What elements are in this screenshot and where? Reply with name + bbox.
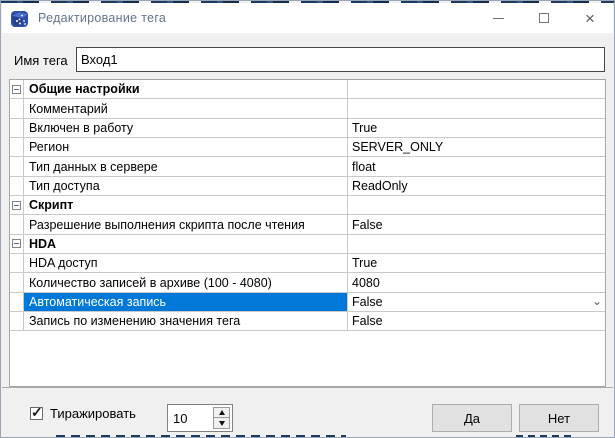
maximize-button[interactable] [521,3,567,33]
spin-down-icon [218,420,225,426]
property-label: Тип данных в сервере [24,157,348,176]
group-row[interactable]: Общие настройки [10,80,605,100]
property-value[interactable]: True [348,254,605,273]
collapse-minus-icon[interactable] [12,84,21,94]
property-value-text: True [352,120,378,135]
property-label: Общие настройки [24,80,348,99]
property-value[interactable] [348,80,605,99]
row-gutter [10,118,24,138]
row-gutter [10,312,24,331]
tag-name-input[interactable] [76,47,605,72]
row-gutter [10,273,24,292]
property-value-text: ReadOnly [352,178,408,193]
property-value[interactable] [348,234,605,254]
property-value-text: True [352,256,378,271]
property-row[interactable]: Разрешение выполнения скрипта после чтен… [10,215,605,235]
property-value[interactable]: ReadOnly [348,176,605,196]
property-grid-rows: Общие настройки Комментарий Включен в рабо… [10,80,605,332]
replicate-option[interactable]: ✓ Тиражировать [30,404,136,421]
property-label: Включен в работу [24,118,348,138]
property-value[interactable]: 4080 [348,273,605,292]
replicate-label: Тиражировать [50,406,136,421]
property-value[interactable]: SERVER_ONLY [348,138,605,157]
replicate-checkbox[interactable]: ✓ [30,404,43,420]
property-value[interactable]: float [348,157,605,176]
spinner-buttons [213,407,230,429]
collapse-toggle[interactable] [10,196,24,215]
property-value-text: 4080 [352,275,380,290]
group-row[interactable]: Скрипт [10,196,605,216]
property-row[interactable]: Количество записей в архиве (100 - 4080)… [10,273,605,293]
replicate-count-spinner [167,404,233,432]
property-row[interactable]: Тип доступа ReadOnly [10,176,605,197]
property-value-text: float [352,159,376,174]
property-row[interactable]: Тип данных в сервере float [10,157,605,177]
row-gutter [10,215,24,234]
property-label: HDA [24,234,348,254]
collapse-minus-icon[interactable] [12,239,21,249]
property-value-text: False [352,217,383,232]
group-row[interactable]: HDA [10,234,605,255]
footer-panel: ✓ Тиражировать Да Нет [2,387,613,436]
tag-name-label: Имя тега [14,53,68,68]
property-value-text: False [352,294,383,309]
property-label: HDA доступ [24,254,348,273]
property-row[interactable]: Комментарий [10,99,605,119]
property-value[interactable]: False [348,312,605,331]
property-value[interactable] [348,196,605,215]
collapse-minus-icon[interactable] [12,200,21,210]
property-value-text: False [352,314,383,329]
chevron-down-icon[interactable]: ⌄ [592,294,602,308]
property-label: Тип доступа [24,176,348,196]
property-value[interactable] [348,99,605,118]
checkbox-check-icon: ✓ [31,404,43,420]
row-gutter [10,157,24,176]
property-row[interactable]: Включен в работу True [10,118,605,139]
replicate-count-input[interactable] [168,405,213,431]
property-row[interactable]: Регион SERVER_ONLY [10,138,605,158]
row-gutter [10,254,24,273]
window-title: Редактирование тега [38,11,167,25]
window-controls: × [475,3,613,33]
row-gutter [10,138,24,157]
property-label: Разрешение выполнения скрипта после чтен… [24,215,348,234]
maximize-icon [539,13,549,23]
property-label: Регион [24,138,348,157]
property-value-text: SERVER_ONLY [352,140,444,155]
row-gutter [10,99,24,118]
property-label: Автоматическая запись [24,292,348,312]
spin-up-icon [218,410,225,415]
app-icon [10,9,29,28]
property-grid: Общие настройки Комментарий Включен в рабо… [9,79,606,387]
property-label: Скрипт [24,196,348,215]
no-button[interactable]: Нет [519,404,599,432]
collapse-toggle[interactable] [10,80,24,99]
property-row[interactable]: Автоматическая запись False ⌄ [10,292,605,313]
close-button[interactable]: × [567,3,613,33]
spin-up-button[interactable] [214,408,229,418]
background-window-sliver-bottom [516,435,571,437]
property-label: Количество записей в архиве (100 - 4080) [24,273,348,292]
row-gutter [10,176,24,196]
dialog-window: Редактирование тега × Имя тега Общие нас… [0,0,615,438]
row-gutter [10,292,24,312]
close-icon: × [585,8,595,28]
titlebar[interactable]: Редактирование тега × [2,3,613,33]
property-label: Запись по изменению значения тега [24,312,348,331]
property-row[interactable]: Запись по изменению значения тега False [10,312,605,332]
background-window-sliver-bottom [56,435,346,437]
property-label: Комментарий [24,99,348,118]
property-value[interactable]: True [348,118,605,138]
spin-down-button[interactable] [214,418,229,428]
yes-button[interactable]: Да [432,404,512,432]
property-row[interactable]: HDA доступ True [10,254,605,274]
minimize-icon [492,17,504,19]
collapse-toggle[interactable] [10,234,24,254]
property-value[interactable]: False [348,215,605,234]
property-value[interactable]: False ⌄ [348,292,605,312]
minimize-button[interactable] [475,3,521,33]
